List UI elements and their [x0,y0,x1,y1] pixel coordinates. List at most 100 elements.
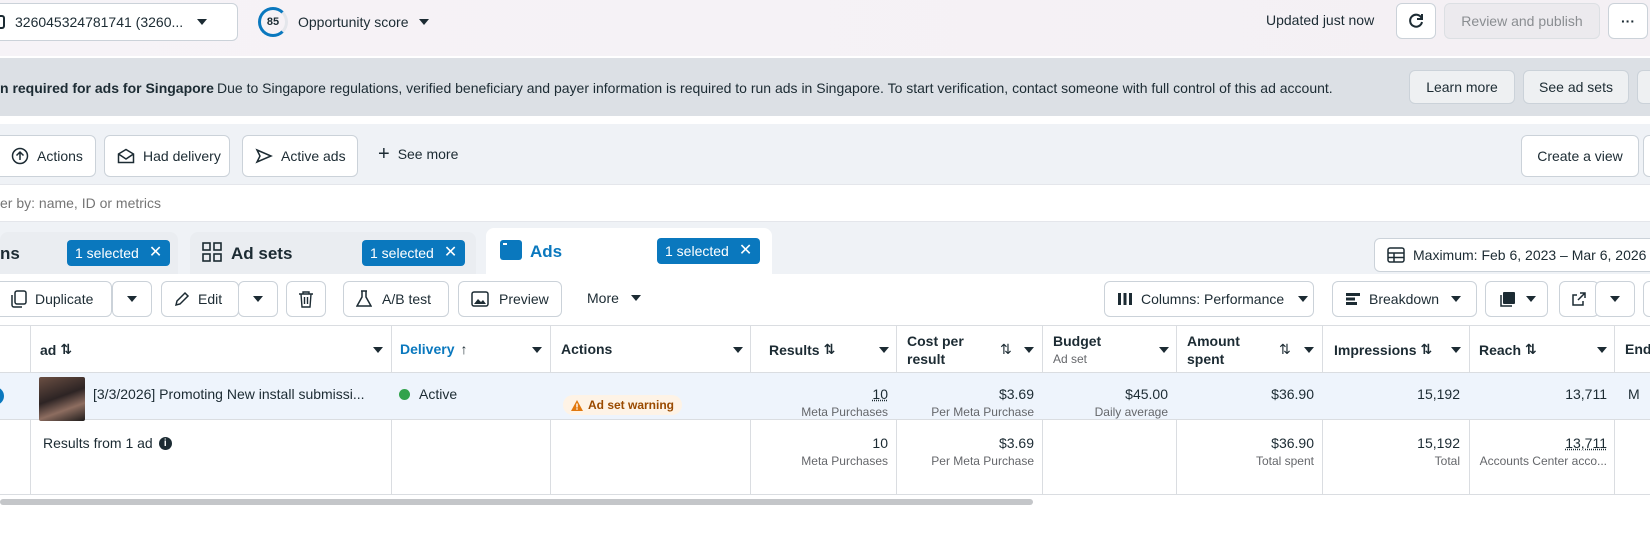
header-amount-line1: Amount [1187,333,1240,349]
campaigns-selected-badge[interactable]: 1 selected ✕ [67,240,171,266]
filter-chip-active-ads[interactable]: Active ads [242,135,358,177]
summary-results-value: 10 [872,435,888,451]
header-results[interactable]: Results ⇅ [769,341,835,358]
score-ring: 85 [258,7,288,37]
review-publish-button[interactable]: Review and publish [1444,3,1600,39]
chevron-down-icon [127,296,137,302]
score-label: Opportunity score [298,14,409,30]
sort-icon[interactable]: ⇅ [1279,341,1291,358]
close-icon[interactable]: ✕ [739,243,752,259]
header-reach[interactable]: Reach ⇅ [1479,341,1537,358]
more-actions-button[interactable]: More [587,290,641,306]
results-value[interactable]: 10 [760,386,888,402]
refresh-button[interactable] [1396,3,1436,39]
preview-button[interactable]: Preview [458,281,562,317]
adsets-selected-badge[interactable]: 1 selected ✕ [362,240,466,266]
header-actions[interactable]: Actions [561,341,612,357]
learn-more-button[interactable]: Learn more [1409,70,1515,104]
header-impressions[interactable]: Impressions ⇅ [1334,341,1432,358]
chevron-down-icon[interactable] [1451,347,1461,353]
more-label: More [587,290,619,306]
chevron-down-icon[interactable] [1024,347,1034,353]
cell-amount-spent: $36.90 [1186,386,1314,402]
edit-button[interactable]: Edit [161,281,239,317]
breakdown-button[interactable]: Breakdown [1332,281,1477,317]
sort-icon[interactable]: ⇅ [1000,341,1012,358]
summary-impressions: 15,192 Total [1332,435,1460,468]
trash-icon [299,291,313,308]
banner-title: n required for ads for Singapore [0,80,214,96]
columns-button[interactable]: Columns: Performance [1104,281,1314,317]
opportunity-score[interactable]: 85 Opportunity score [258,6,429,38]
header-ends[interactable]: End [1625,341,1650,357]
filter-chip-actions[interactable]: Actions [0,135,96,177]
envelope-icon [117,148,135,164]
chevron-down-icon[interactable] [733,347,743,353]
header-cost-per-result[interactable]: Cost per result [907,332,964,368]
toolbar-overflow[interactable] [1643,281,1650,317]
duplicate-button[interactable]: Duplicate [0,281,112,317]
close-icon[interactable]: ✕ [149,245,162,261]
see-more-button[interactable]: + See more [378,144,458,164]
sort-icon: ⇅ [1525,341,1537,357]
search-input[interactable] [0,185,600,221]
search-bar[interactable] [0,184,1650,222]
filter-chip-had-delivery[interactable]: Had delivery [104,135,230,177]
ads-icon [500,240,522,260]
reports-button[interactable] [1485,281,1548,317]
chevron-down-icon[interactable] [373,347,383,353]
refresh-icon [1409,13,1423,28]
header-ad[interactable]: ad ⇅ [40,341,72,358]
tab-campaigns-label: ns [0,244,20,263]
edit-label: Edit [198,291,223,307]
date-range-label: Maximum: Feb 6, 2023 – Mar 6, 2026 [1413,247,1647,263]
export-button[interactable] [1559,281,1599,317]
header-amount-spent[interactable]: Amount spent [1187,332,1240,368]
cell-impressions: 15,192 [1332,386,1460,402]
export-dropdown[interactable] [1595,281,1635,317]
date-range-picker[interactable]: Maximum: Feb 6, 2023 – Mar 6, 2026 [1374,238,1650,272]
close-icon[interactable]: ✕ [444,245,457,261]
delivery-status: Active [419,386,458,402]
chevron-down-icon[interactable] [1304,347,1314,353]
header-delivery-label: Delivery [400,341,455,357]
account-name: 326045324781741 (3260... [15,14,184,30]
more-options-button[interactable]: ··· [1608,3,1648,39]
chevron-down-icon [630,295,641,301]
chevron-down-icon[interactable] [532,347,542,353]
header-delivery[interactable]: Delivery ↑ [400,341,467,357]
header-results-label: Results [769,341,820,358]
chevron-down-icon[interactable] [879,347,889,353]
banner-overflow-button[interactable] [1637,70,1650,104]
active-dot [399,389,410,400]
ads-selected-badge[interactable]: 1 selected ✕ [657,238,761,264]
ad-set-warning-badge[interactable]: Ad set warning [563,395,683,415]
account-selector[interactable]: 326045324781741 (3260... [0,3,238,41]
see-ad-sets-button[interactable]: See ad sets [1523,70,1629,104]
calendar-grid-icon [1387,247,1405,263]
summary-reach-value[interactable]: 13,711 [1479,435,1607,451]
create-view-button[interactable]: Create a view [1521,135,1639,177]
create-view-overflow[interactable] [1643,135,1650,177]
tab-ads-label: Ads [530,242,563,261]
cell-results: 10 Meta Purchases [760,386,888,419]
warning-icon [571,399,583,411]
edit-dropdown[interactable] [238,281,278,317]
horizontal-scrollbar[interactable] [0,499,1033,505]
delete-button[interactable] [286,281,326,317]
summary-reach: 13,711 Accounts Center acco... [1479,435,1607,468]
info-icon[interactable]: i [158,436,172,450]
selected-label: 1 selected [75,245,139,261]
amount-spent-value: $36.90 [1271,386,1314,402]
chevron-down-icon[interactable] [1597,347,1607,353]
chevron-down-icon[interactable] [1159,347,1169,353]
ab-test-button[interactable]: A/B test [343,281,449,317]
cell-reach: 13,711 [1479,386,1607,402]
summary-amount-value: $36.90 [1271,435,1314,451]
duplicate-dropdown[interactable] [112,281,152,317]
sort-up-icon: ↑ [460,341,468,357]
header-budget[interactable]: Budget Ad set [1053,332,1101,368]
header-cost-line1: Cost per [907,333,964,349]
reach-value: 13,711 [1565,386,1607,402]
ad-name[interactable]: [3/3/2026] Promoting New install submiss… [93,386,365,402]
